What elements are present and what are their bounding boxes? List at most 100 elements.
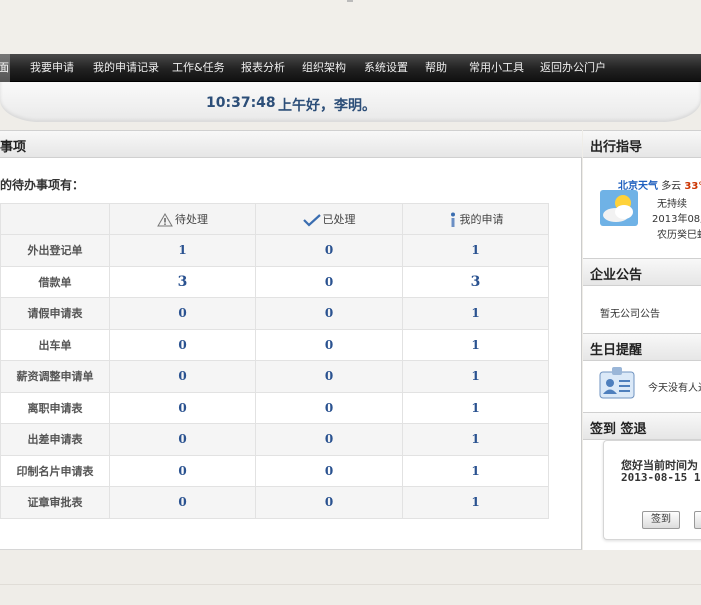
column-label-mine: 我的申请: [459, 212, 504, 226]
travel-header: 出行指导: [583, 130, 701, 158]
checkin-box: 您好当前时间为 2013-08-15 1 签到 签退: [603, 440, 701, 540]
row-name: 薪资调整申请单: [0, 360, 110, 393]
mine-count[interactable]: 1: [402, 391, 549, 424]
done-count[interactable]: 0: [255, 486, 403, 519]
pending-count[interactable]: 0: [109, 297, 256, 330]
check-in-button[interactable]: 签到: [642, 511, 680, 529]
column-label-pending: 待处理: [175, 213, 208, 226]
table-row[interactable]: 印制名片申请表 0 0 1: [0, 454, 549, 487]
checkin-title: 签到 签退: [590, 422, 647, 437]
table-header-pending: 待处理: [109, 203, 256, 235]
todo-table: 待处理 已处理 我的申请 外出登记单 1 0 1 借款单 3 0 3 请假申请表…: [0, 203, 549, 519]
nav-item-my-records[interactable]: 我的申请记录: [93, 54, 159, 82]
row-name: 离职申请表: [0, 391, 110, 424]
done-count[interactable]: 0: [255, 297, 403, 330]
top-mark: [347, 0, 353, 2]
pending-count[interactable]: 0: [109, 328, 256, 361]
main-navbar: 面 我要申请 我的申请记录 工作&任务 报表分析 组织架构 系统设置 帮助 常用…: [0, 54, 701, 82]
check-out-button[interactable]: 签退: [694, 511, 701, 529]
done-count[interactable]: 0: [255, 234, 403, 267]
mine-count[interactable]: 1: [402, 234, 549, 267]
warning-icon: [157, 213, 173, 227]
birthday-header: 生日提醒: [583, 333, 701, 361]
info-icon: [450, 212, 455, 227]
nav-item-settings[interactable]: 系统设置: [364, 54, 408, 82]
weather-date: 2013年08月: [652, 214, 701, 225]
notice-text: 暂无公司公告: [600, 309, 660, 320]
mine-count[interactable]: 1: [402, 486, 549, 519]
pending-count[interactable]: 0: [109, 486, 256, 519]
row-name: 外出登记单: [0, 234, 110, 267]
notice-title: 企业公告: [590, 268, 643, 283]
mine-count[interactable]: 1: [402, 454, 549, 487]
cloudy-sun-icon: [600, 190, 638, 226]
checkin-header: 签到 签退: [583, 412, 701, 440]
table-row[interactable]: 离职申请表 0 0 1: [0, 391, 549, 424]
row-name: 出差申请表: [0, 423, 110, 456]
nav-item-org[interactable]: 组织架构: [302, 54, 346, 82]
right-sidebar: 出行指导 北京天气 多云 33℃ 无持续 2013年08月 农历癸巳蛇 企业公告…: [583, 130, 701, 550]
mine-count[interactable]: 3: [402, 265, 549, 298]
table-row[interactable]: 请假申请表 0 0 1: [0, 297, 549, 330]
travel-title: 出行指导: [590, 140, 643, 155]
table-row[interactable]: 外出登记单 1 0 1: [0, 234, 549, 267]
weather-condition: 多云: [661, 181, 682, 192]
pending-count[interactable]: 0: [109, 454, 256, 487]
table-row[interactable]: 薪资调整申请单 0 0 1: [0, 360, 549, 393]
pending-count[interactable]: 3: [109, 265, 256, 298]
nav-item-reports[interactable]: 报表分析: [241, 54, 285, 82]
row-name: 出车单: [0, 328, 110, 361]
done-count[interactable]: 0: [255, 328, 403, 361]
mine-count[interactable]: 1: [402, 297, 549, 330]
clock: 10:37:48: [206, 95, 276, 111]
done-count[interactable]: 0: [255, 265, 403, 298]
table-header-done: 已处理: [255, 203, 403, 235]
column-label-done: 已处理: [322, 213, 356, 226]
row-name: 证章审批表: [0, 486, 110, 519]
mine-count[interactable]: 1: [402, 360, 549, 393]
checkin-line2: 2013-08-15 1: [621, 471, 701, 484]
pending-count[interactable]: 0: [109, 423, 256, 456]
row-name: 印制名片申请表: [0, 454, 110, 487]
nav-item-tools[interactable]: 常用小工具: [469, 54, 524, 82]
todo-panel-header: 事项: [0, 130, 582, 158]
done-count[interactable]: 0: [255, 391, 403, 424]
pending-count[interactable]: 0: [109, 391, 256, 424]
todo-panel-title: 事项: [0, 140, 27, 155]
done-count[interactable]: 0: [255, 360, 403, 393]
row-name: 请假申请表: [0, 297, 110, 330]
table-row[interactable]: 出车单 0 0 1: [0, 328, 549, 361]
todo-panel: 事项 的待办事项有： 待处理 已处理 我的申请 外出登记单 1 0 1 借款单 …: [0, 130, 582, 550]
table-row[interactable]: 证章审批表 0 0 1: [0, 486, 549, 519]
top-background: [0, 0, 701, 54]
table-header-mine: 我的申请: [402, 203, 549, 235]
todo-intro: 的待办事项有：: [0, 178, 85, 192]
nav-item-apply[interactable]: 我要申请: [30, 54, 74, 82]
row-name: 借款单: [0, 265, 110, 298]
footer-band: [0, 551, 701, 605]
birthday-text: 今天没有人过: [648, 383, 701, 394]
table-header-row: 待处理 已处理 我的申请: [0, 203, 549, 235]
notice-header: 企业公告: [583, 258, 701, 286]
id-card-icon: [599, 367, 635, 399]
done-count[interactable]: 0: [255, 423, 403, 456]
pending-count[interactable]: 1: [109, 234, 256, 267]
mine-count[interactable]: 1: [402, 328, 549, 361]
nav-item-help[interactable]: 帮助: [425, 54, 447, 82]
pending-count[interactable]: 0: [109, 360, 256, 393]
weather-lunar: 农历癸巳蛇: [657, 230, 701, 241]
mine-count[interactable]: 1: [402, 423, 549, 456]
table-header-name: [0, 203, 110, 235]
birthday-title: 生日提醒: [590, 343, 643, 358]
nav-item-portal[interactable]: 返回办公门户: [540, 54, 606, 82]
footer-divider: [0, 584, 701, 585]
nav-item-home[interactable]: 面: [0, 54, 10, 82]
weather-temp: 33℃: [684, 181, 701, 192]
done-count[interactable]: 0: [255, 454, 403, 487]
weather-wind: 无持续: [657, 199, 687, 210]
greeting: 上午好，李明。: [278, 98, 376, 114]
table-row[interactable]: 出差申请表 0 0 1: [0, 423, 549, 456]
table-row[interactable]: 借款单 3 0 3: [0, 265, 549, 298]
nav-item-work-tasks[interactable]: 工作&任务: [172, 54, 225, 82]
check-icon: [302, 214, 321, 227]
